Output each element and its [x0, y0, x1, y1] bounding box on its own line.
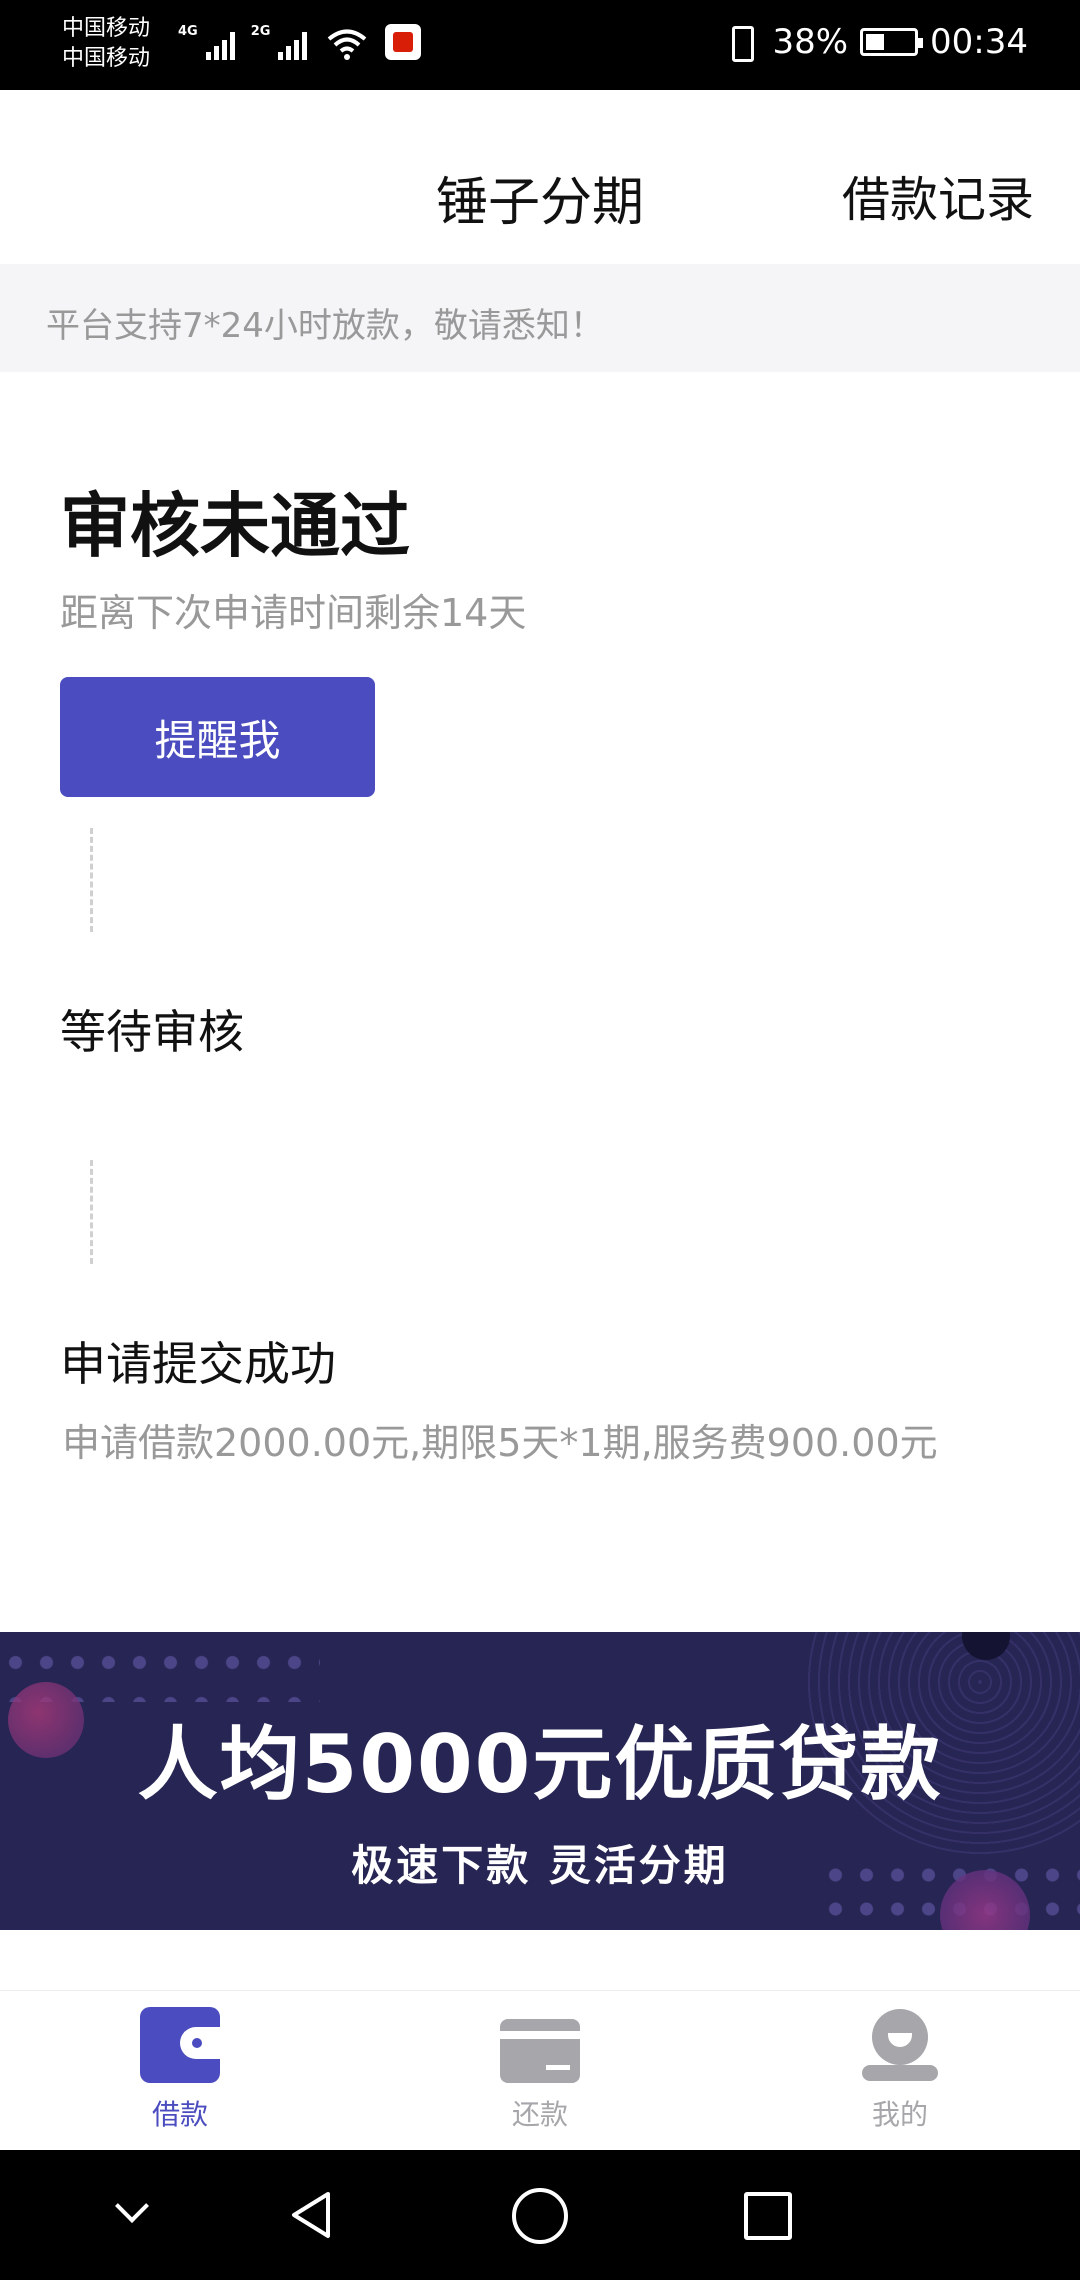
user-icon-base [862, 2065, 938, 2081]
clock: 00:34 [930, 22, 1028, 62]
recent-apps-icon[interactable] [744, 2192, 792, 2240]
carrier-1: 中国移动 [62, 16, 151, 41]
signal-icon [205, 26, 235, 60]
system-nav-bar [0, 2150, 1080, 2280]
wifi-icon [328, 29, 367, 60]
network-type-1: 4G [178, 24, 198, 39]
timeline-step-pending: 等待审核 [60, 1005, 244, 1059]
network-type-2: 2G [250, 24, 271, 39]
back-icon[interactable] [284, 2188, 338, 2242]
next-apply-countdown: 距离下次申请时间剩余14天 [60, 591, 527, 635]
vibrate-icon [720, 22, 760, 62]
status-right: 38% 00:34 [720, 22, 1028, 62]
battery-icon [860, 28, 924, 56]
promo-banner[interactable]: 人均5000元优质贷款 极速下款 灵活分期 [0, 1632, 1080, 1930]
user-icon [872, 2009, 928, 2065]
battery-percent: 38% [772, 22, 849, 62]
wallet-icon [140, 2007, 220, 2083]
chevron-down-icon[interactable] [108, 2188, 162, 2242]
loan-records-link[interactable]: 借款记录 [842, 160, 1034, 230]
banner-subline: 极速下款 灵活分期 [351, 1841, 729, 1890]
card-icon [500, 2019, 580, 2083]
home-icon[interactable] [512, 2188, 568, 2244]
tab-borrow-label: 借款 [151, 2098, 208, 2131]
timeline-step-submitted: 申请提交成功 [60, 1337, 336, 1391]
timeline-connector [90, 828, 93, 932]
review-status-title: 审核未通过 [60, 485, 410, 567]
tab-repay-label: 还款 [511, 2098, 568, 2131]
status-bar: 中国移动 中国移动 4G 2G 38% 00:34 [0, 0, 1080, 90]
tab-mine-label: 我的 [871, 2098, 928, 2131]
app-notification-icon [385, 24, 422, 60]
notice-text: 平台支持7*24小时放款，敬请悉知！ [46, 306, 604, 346]
tab-borrow[interactable]: 借款 [80, 2007, 280, 2133]
notice-bar: 平台支持7*24小时放款，敬请悉知！ [0, 264, 1080, 372]
timeline-connector [90, 1160, 93, 1264]
network-indicators: 4G 2G [178, 24, 422, 60]
bottom-tab-bar: 借款 还款 我的 [0, 1990, 1080, 2150]
app-header: 锤子分期 借款记录 [0, 90, 1080, 264]
banner-headline: 人均5000元优质贷款 [137, 1718, 943, 1811]
signal-icon-2 [278, 26, 308, 60]
carrier-2: 中国移动 [62, 46, 151, 71]
carrier-info: 中国移动 中国移动 [62, 14, 150, 74]
tab-mine[interactable]: 我的 [800, 2007, 1000, 2133]
remind-me-button[interactable]: 提醒我 [60, 677, 375, 797]
application-details: 申请借款2000.00元,期限5天*1期,服务费900.00元 [62, 1421, 938, 1465]
tab-repay[interactable]: 还款 [440, 2007, 640, 2133]
